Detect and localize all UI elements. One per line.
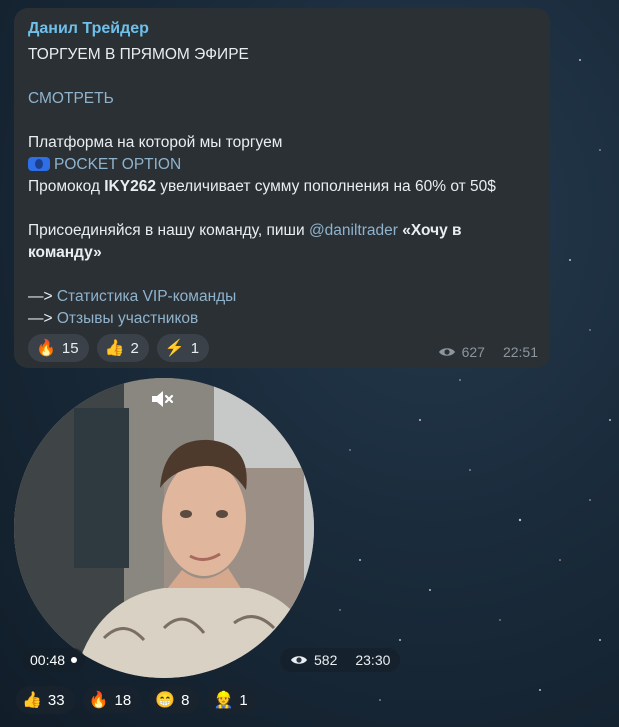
platform-row: POCKET OPTION: [28, 154, 536, 176]
lightning-icon: ⚡: [164, 340, 185, 357]
join-prefix: Присоединяйся в нашу команду, пиши: [28, 222, 309, 239]
watch-link[interactable]: СМОТРЕТЬ: [28, 88, 536, 110]
thumbs-up-icon: 👍: [104, 340, 125, 357]
join-quote-1: «Хочу в: [402, 222, 462, 239]
reaction-lightning[interactable]: ⚡ 1: [156, 334, 210, 362]
promo-prefix: Промокод: [28, 178, 105, 195]
reaction-count: 1: [190, 339, 200, 357]
views-count: 627: [461, 344, 485, 360]
promo-code: IKY262: [104, 178, 156, 195]
message-meta: 627 22:51: [438, 344, 538, 360]
thumbs-up-icon: 👍: [22, 692, 42, 709]
platform-link[interactable]: POCKET OPTION: [54, 156, 181, 173]
reaction-fire[interactable]: 🔥 15: [28, 334, 89, 362]
video-frame: [14, 378, 314, 678]
video-views-count: 582: [314, 652, 338, 668]
fire-icon: 🔥: [88, 692, 109, 709]
join-quote-2: команду»: [28, 244, 102, 261]
views-icon: [291, 656, 307, 664]
message-time: 22:51: [502, 344, 538, 360]
stats-row: —> Статистика VIP-команды: [28, 286, 536, 308]
message-bubble: Данил Трейдер ТОРГУЕМ В ПРЯМОМ ЭФИРЕ СМО…: [14, 8, 550, 368]
reaction-count: 33: [47, 691, 65, 709]
duration-text: 00:48: [30, 652, 66, 668]
video-message[interactable]: [14, 378, 314, 678]
platform-text: Платформа на которой мы торгуем: [28, 134, 283, 151]
arrow-text: —>: [28, 288, 57, 305]
recording-dot-icon: [71, 657, 78, 663]
handle-link[interactable]: @daniltrader: [309, 222, 398, 239]
grin-icon: 😁: [155, 692, 176, 709]
reaction-fire[interactable]: 🔥 18: [82, 686, 142, 714]
sender-name[interactable]: Данил Трейдер: [28, 20, 536, 38]
video-reactions: 👍 33 🔥 18 😁 8 👷 1: [16, 686, 258, 714]
reaction-count: 8: [181, 691, 190, 709]
mute-icon[interactable]: [148, 386, 176, 412]
message-headline: ТОРГУЕМ В ПРЯМОМ ЭФИРЕ: [28, 46, 249, 63]
video-time: 23:30: [355, 652, 391, 668]
reaction-thumbs-up[interactable]: 👍 2: [96, 334, 149, 362]
reaction-worker[interactable]: 👷 1: [207, 686, 258, 714]
reaction-grin[interactable]: 😁 8: [149, 686, 200, 714]
video-meta: 582 23:30: [280, 648, 401, 672]
reaction-count: 15: [61, 339, 79, 357]
pocket-option-icon: [28, 157, 50, 171]
stats-link[interactable]: Статистика VIP-команды: [57, 288, 236, 305]
reaction-thumbs-up[interactable]: 👍 33: [16, 686, 75, 714]
arrow-text: —>: [28, 310, 57, 327]
video-duration: 00:48: [22, 648, 86, 672]
construction-worker-icon: 👷: [213, 692, 234, 709]
reaction-count: 2: [130, 339, 139, 357]
reaction-count: 1: [239, 691, 248, 709]
fire-icon: 🔥: [36, 340, 56, 357]
reviews-row: —> Отзывы участников: [28, 308, 536, 330]
promo-suffix: увеличивает сумму пополнения на 60% от 5…: [155, 178, 496, 195]
reviews-link[interactable]: Отзывы участников: [57, 310, 198, 327]
join-line: Присоединяйся в нашу команду, пиши @dani…: [28, 220, 536, 242]
reaction-count: 18: [114, 691, 132, 709]
message-reactions: 🔥 15 👍 2 ⚡ 1: [28, 334, 210, 362]
promo-line: Промокод IKY262 увеличивает сумму пополн…: [28, 176, 536, 198]
views-icon: [438, 348, 455, 356]
